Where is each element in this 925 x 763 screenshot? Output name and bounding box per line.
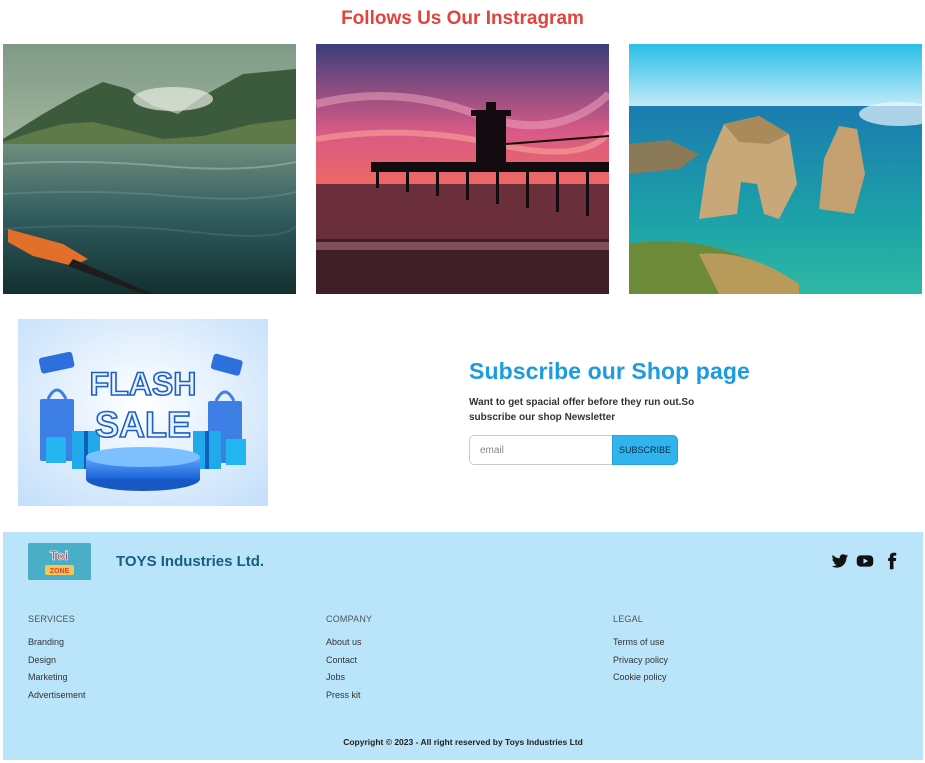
legal-heading: LEGAL [613, 614, 644, 624]
footer-link-design[interactable]: Design [28, 652, 86, 670]
svg-text:Toi: Toi [50, 548, 69, 563]
company-name: TOYS Industries Ltd. [116, 553, 265, 570]
subscribe-title: Subscribe our Shop page [469, 358, 750, 384]
footer-link-branding[interactable]: Branding [28, 634, 86, 652]
subscribe-description: Want to get spacial offer before they ru… [469, 397, 695, 423]
subscribe-button[interactable]: SUBSCRIBE [612, 435, 678, 465]
twitter-icon[interactable] [831, 552, 849, 570]
footer-link-jobs[interactable]: Jobs [326, 669, 372, 687]
flash-sale-banner[interactable]: FLASH SALE [18, 319, 268, 506]
sea-rock-arch-photo[interactable] [629, 44, 922, 294]
sunset-pier-photo[interactable] [316, 44, 609, 294]
facebook-icon[interactable] [883, 552, 901, 570]
footer-column-company: COMPANY About us Contact Jobs Press kit [326, 614, 372, 704]
footer-link-cookie-policy[interactable]: Cookie policy [613, 669, 668, 687]
footer-link-contact[interactable]: Contact [326, 652, 372, 670]
footer-link-press-kit[interactable]: Press kit [326, 687, 372, 705]
instagram-title: Follows Us Our Instragram [341, 8, 584, 29]
footer-link-advertisement[interactable]: Advertisement [28, 687, 86, 705]
footer-link-marketing[interactable]: Marketing [28, 669, 86, 687]
subscribe-section: Subscribe our Shop page Want to get spac… [469, 358, 769, 465]
footer-column-services: SERVICES Branding Design Marketing Adver… [28, 614, 86, 704]
flash-sale-line1: FLASH [90, 366, 197, 402]
footer-link-terms-of-use[interactable]: Terms of use [613, 634, 668, 652]
copyright-text: Copyright © 2023 - All right reserved by… [343, 737, 583, 747]
footer: Toi ZONE TOYS Industries Ltd. SERVICES B… [3, 532, 923, 760]
company-heading: COMPANY [326, 614, 373, 624]
footer-link-privacy-policy[interactable]: Privacy policy [613, 652, 668, 670]
footer-column-legal: LEGAL Terms of use Privacy policy Cookie… [613, 614, 668, 687]
services-heading: SERVICES [28, 614, 75, 624]
subscribe-form: SUBSCRIBE [469, 435, 679, 465]
svg-text:ZONE: ZONE [50, 568, 70, 575]
toi-zone-logo[interactable]: Toi ZONE [28, 543, 91, 580]
email-input[interactable] [469, 435, 613, 465]
youtube-icon[interactable] [856, 552, 874, 570]
mountain-lake-kayak-photo[interactable] [3, 44, 296, 294]
flash-sale-line2: SALE [95, 404, 191, 445]
footer-link-about-us[interactable]: About us [326, 634, 372, 652]
